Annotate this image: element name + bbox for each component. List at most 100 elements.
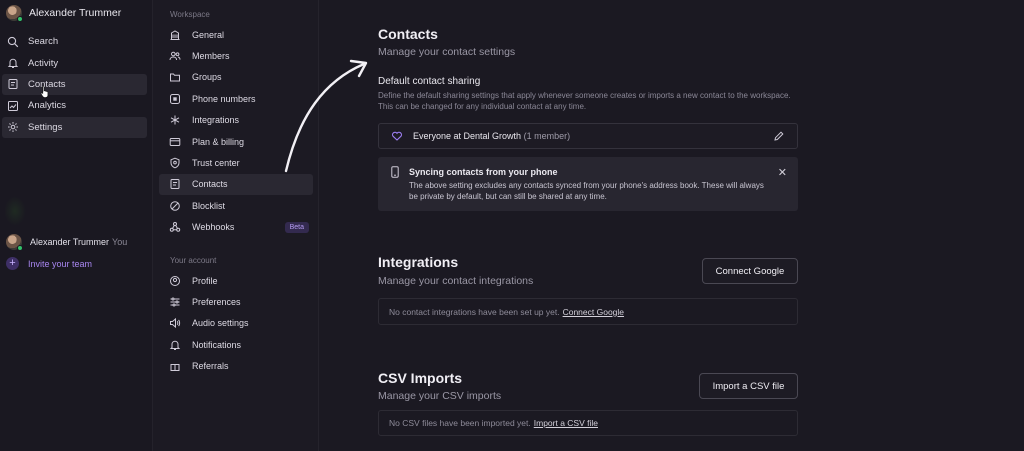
settings-item-label: Referrals <box>192 361 229 372</box>
avatar <box>6 234 23 251</box>
integrations-subtitle: Manage your contact integrations <box>378 275 534 287</box>
faded-avatar <box>4 196 26 226</box>
workspace-section-label: Workspace <box>170 10 210 19</box>
integrations-empty-state: No contact integrations have been set up… <box>378 298 798 325</box>
close-icon[interactable]: ✕ <box>778 166 787 179</box>
account-section-label: Your account <box>170 256 217 265</box>
card-icon <box>169 137 181 146</box>
settings-item-label: Notifications <box>192 339 242 350</box>
phone-icon <box>391 166 399 178</box>
settings-item-label: Trust center <box>192 158 240 169</box>
sharing-value: Everyone at Dental Growth <box>413 131 522 141</box>
import-csv-link[interactable]: Import a CSV file <box>534 418 598 428</box>
account-settings-list: Profile Preferences Audio settings Notif… <box>159 270 313 377</box>
nav-item-label: Settings <box>28 121 63 133</box>
speaker-icon <box>170 318 181 329</box>
profile-icon <box>170 275 180 286</box>
contacts-settings-page: Contacts Manage your contact settings De… <box>319 0 1024 451</box>
contacts-icon <box>170 179 180 190</box>
nav-item-settings[interactable]: Settings <box>2 116 147 138</box>
block-icon <box>170 201 180 211</box>
csv-title: CSV Imports <box>378 370 463 386</box>
settings-item-preferences[interactable]: Preferences <box>159 291 313 312</box>
settings-item-label: Blocklist <box>192 200 226 211</box>
asterisk-icon <box>170 115 180 125</box>
webhook-icon <box>169 222 181 233</box>
sync-notice: Syncing contacts from your phone The abo… <box>378 157 798 211</box>
plus-icon: + <box>6 257 19 270</box>
nav-item-search[interactable]: Search <box>2 31 147 52</box>
default-sharing-description: Define the default sharing settings that… <box>378 91 791 111</box>
csv-subtitle: Manage your CSV imports <box>378 390 502 402</box>
settings-item-label: General <box>192 29 225 40</box>
mouse-cursor-icon <box>40 85 49 98</box>
settings-item-webhooks[interactable]: Webhooks Beta <box>159 217 313 238</box>
main-nav: Search Activity Contacts Analytics Setti… <box>2 31 147 138</box>
import-csv-button[interactable]: Import a CSV file <box>699 373 798 399</box>
heart-icon <box>391 131 403 141</box>
integrations-title: Integrations <box>378 254 459 270</box>
hash-icon <box>170 93 180 104</box>
annotation-arrow-icon <box>284 59 368 173</box>
nav-item-analytics[interactable]: Analytics <box>2 95 147 116</box>
csv-empty-state: No CSV files have been imported yet. Imp… <box>378 410 798 436</box>
current-user[interactable]: Alexander Trummer <box>6 4 121 22</box>
analytics-icon <box>8 100 18 111</box>
left-nav: Alexander Trummer Search Activity Contac… <box>0 0 153 451</box>
connect-google-button[interactable]: Connect Google <box>702 258 798 284</box>
nav-item-contacts[interactable]: Contacts <box>2 73 147 96</box>
integrations-empty-text: No contact integrations have been set up… <box>389 306 560 317</box>
shield-icon <box>170 157 180 169</box>
online-status-icon <box>17 16 23 22</box>
default-sharing-title: Default contact sharing <box>378 76 481 87</box>
settings-item-label: Webhooks <box>192 222 235 233</box>
bell-icon <box>7 58 19 69</box>
settings-item-notifications[interactable]: Notifications <box>159 334 313 355</box>
settings-item-label: Contacts <box>192 179 228 190</box>
settings-item-label: Groups <box>192 72 222 83</box>
settings-item-audio-settings[interactable]: Audio settings <box>159 313 313 334</box>
contacts-icon <box>8 79 18 90</box>
sharing-member-count: (1 member) <box>523 131 571 141</box>
member-name: Alexander Trummer <box>30 237 110 247</box>
invite-team-button[interactable]: + Invite your team <box>6 257 92 270</box>
notice-title: Syncing contacts from your phone <box>409 167 558 177</box>
settings-item-general[interactable]: General <box>159 24 313 45</box>
user-name: Alexander Trummer <box>29 7 122 19</box>
settings-item-label: Integrations <box>192 115 240 126</box>
nav-item-label: Search <box>28 36 59 48</box>
settings-item-label: Preferences <box>192 297 241 308</box>
settings-item-referrals[interactable]: Referrals <box>159 356 313 377</box>
beta-badge: Beta <box>284 221 309 233</box>
building-icon <box>170 30 180 40</box>
folder-icon <box>170 73 180 82</box>
settings-item-label: Phone numbers <box>192 93 256 104</box>
settings-item-label: Audio settings <box>192 318 249 329</box>
online-status-icon <box>17 245 23 251</box>
sliders-icon <box>170 297 180 307</box>
gear-icon <box>8 122 18 133</box>
nav-item-label: Analytics <box>28 100 67 112</box>
invite-label: Invite your team <box>28 258 93 269</box>
settings-item-contacts[interactable]: Contacts <box>159 173 313 196</box>
bell-icon <box>169 340 181 350</box>
member-row[interactable]: Alexander Trummer You <box>6 234 128 251</box>
settings-item-profile[interactable]: Profile <box>159 270 313 291</box>
users-icon <box>169 51 181 61</box>
pencil-icon[interactable] <box>773 130 785 142</box>
avatar <box>6 5 23 22</box>
connect-google-link[interactable]: Connect Google <box>563 307 624 317</box>
csv-empty-text: No CSV files have been imported yet. <box>389 418 531 428</box>
member-you-label: You <box>112 237 128 247</box>
settings-item-label: Profile <box>192 275 218 286</box>
notice-body: The above setting excludes any contacts … <box>409 181 764 201</box>
nav-item-activity[interactable]: Activity <box>2 52 147 73</box>
gift-icon <box>170 364 180 372</box>
page-title: Contacts <box>378 26 438 42</box>
nav-item-label: Activity <box>28 57 59 69</box>
settings-item-label: Plan & billing <box>192 136 245 147</box>
page-subtitle: Manage your contact settings <box>378 46 516 58</box>
settings-item-blocklist[interactable]: Blocklist <box>159 195 313 216</box>
settings-item-label: Members <box>192 51 230 62</box>
default-sharing-selector[interactable]: Everyone at Dental Growth (1 member) <box>378 123 798 149</box>
